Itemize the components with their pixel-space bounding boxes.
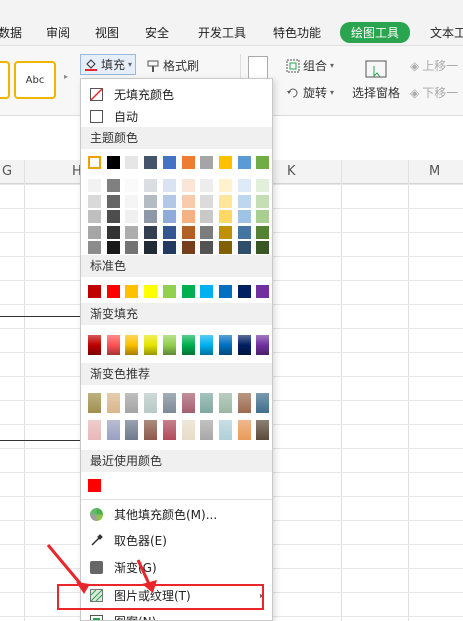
red-arrow-icon: [136, 559, 157, 593]
red-arrow-icon: [46, 544, 90, 594]
annotation-arrows: [46, 544, 157, 594]
